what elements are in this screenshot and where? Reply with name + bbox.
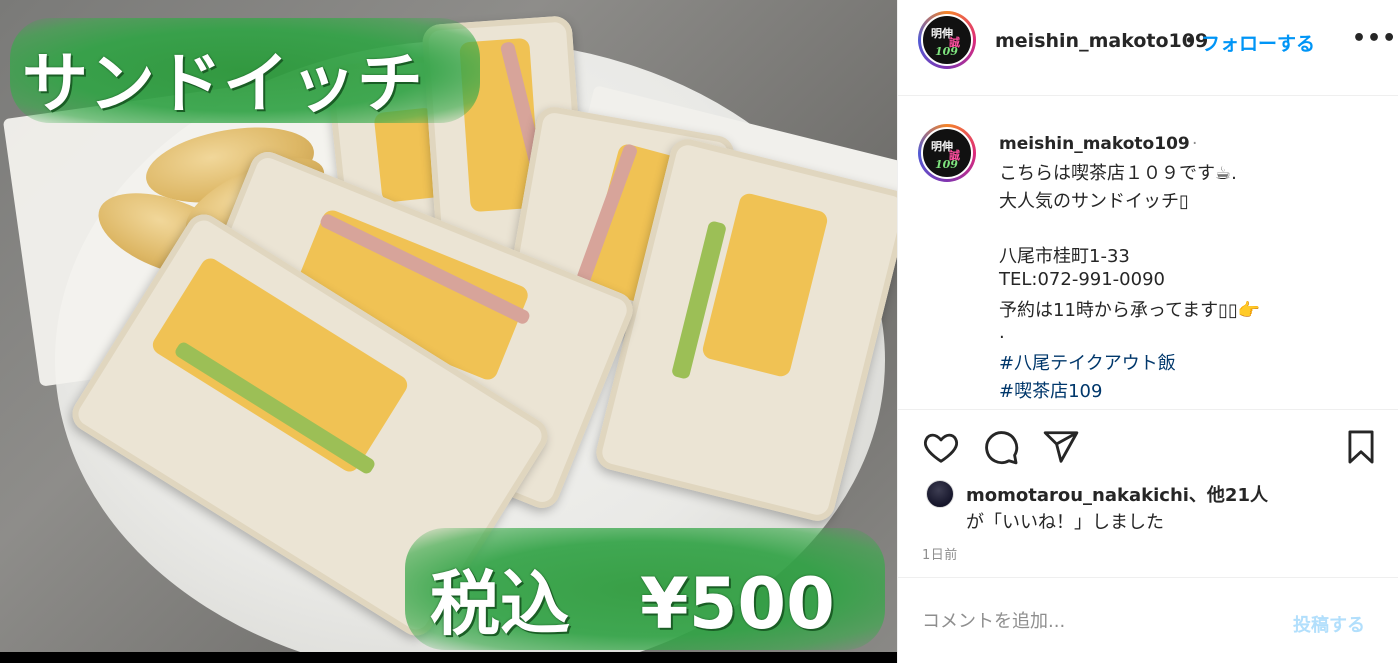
caption-line: こちらは喫茶店１０９です☕.: [999, 163, 1237, 184]
post-timestamp[interactable]: 1日前: [922, 544, 958, 563]
comment-icon[interactable]: [982, 428, 1020, 466]
caption-line: 予約は11時から承ってます▯▯👉: [999, 300, 1261, 321]
caption-line: .: [999, 322, 1005, 343]
follow-button[interactable]: フォローする: [1201, 29, 1315, 56]
likes-summary-suffix: が「いいね！」しました: [966, 512, 1164, 533]
caption-line: 八尾市桂町1-33: [999, 246, 1130, 267]
caption-username[interactable]: meishin_makoto109: [999, 134, 1190, 154]
liker-avatar[interactable]: [926, 480, 954, 508]
post-sidebar: 明伸 誠 109 meishin_makoto109 • フォローする ••• …: [897, 0, 1398, 663]
post-header: 明伸 誠 109 meishin_makoto109 • フォローする •••: [898, 0, 1398, 96]
post-comment-button[interactable]: 投稿する: [1293, 611, 1365, 637]
avatar-text: 109: [935, 158, 958, 171]
header-username[interactable]: meishin_makoto109: [995, 30, 1208, 52]
caption-line: 大人気のサンドイッチ▯: [999, 191, 1189, 212]
heart-icon[interactable]: [922, 428, 960, 466]
share-icon[interactable]: [1042, 428, 1080, 466]
caption-line: TEL:072-991-0090: [999, 269, 1165, 290]
caption-avatar[interactable]: 明伸 誠 109: [918, 124, 976, 182]
header-separator: •: [1184, 30, 1196, 52]
bookmark-icon[interactable]: [1342, 428, 1380, 466]
avatar[interactable]: 明伸 誠 109: [918, 11, 976, 69]
photo-title-text: サンドイッチ: [22, 45, 424, 122]
caption-separator: ·: [1192, 134, 1198, 154]
photo-price-text: 税込 ¥500: [430, 563, 835, 645]
comment-box: 投稿する: [898, 577, 1398, 663]
hashtag-link[interactable]: #八尾テイクアウト飯: [999, 349, 1176, 375]
post-caption: 明伸 誠 109 meishin_makoto109 · こちらは喫茶店１０９で…: [898, 96, 1398, 410]
comment-input[interactable]: [922, 611, 1262, 632]
hashtag-link[interactable]: #喫茶店109: [999, 377, 1102, 403]
more-options-icon[interactable]: •••: [1352, 26, 1397, 51]
avatar-text: 109: [935, 45, 958, 58]
post-photo[interactable]: サンドイッチ 税込 ¥500: [0, 0, 897, 652]
likes-summary[interactable]: momotarou_nakakichi、他21人: [966, 481, 1268, 507]
photo-bottom-strip: [0, 652, 897, 663]
action-bar: [898, 410, 1398, 470]
